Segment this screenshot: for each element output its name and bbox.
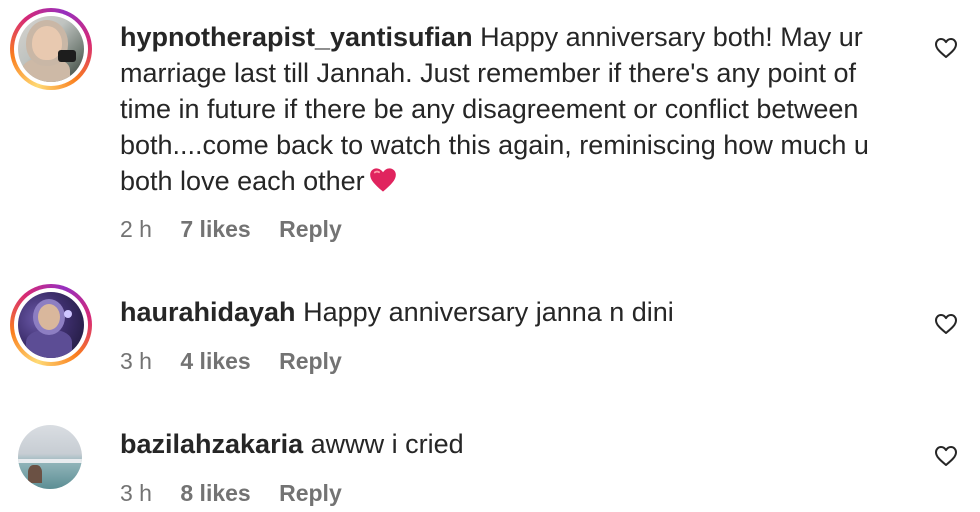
- avatar-image: [18, 16, 84, 82]
- avatar[interactable]: [10, 8, 92, 90]
- comment-time: 3 h: [120, 348, 152, 374]
- comment-time: 3 h: [120, 480, 152, 506]
- comment-likes[interactable]: 7 likes: [180, 216, 250, 243]
- comment-body: awww i cried: [310, 429, 464, 459]
- comment-meta: 3 h 4 likes Reply: [120, 348, 364, 375]
- reply-button[interactable]: Reply: [279, 480, 342, 507]
- comment-likes[interactable]: 8 likes: [180, 480, 250, 507]
- comment-text: haurahidayah Happy anniversary janna n d…: [120, 294, 890, 330]
- comment-time: 2 h: [120, 216, 152, 242]
- comment-body: Happy anniversary janna n dini: [303, 297, 674, 327]
- avatar-image: [18, 292, 84, 358]
- reply-button[interactable]: Reply: [279, 348, 342, 375]
- comment-meta: 2 h 7 likes Reply: [120, 216, 364, 243]
- comment-text: hypnotherapist_yantisufian Happy anniver…: [120, 19, 890, 199]
- heart-outline-icon[interactable]: [934, 445, 958, 467]
- comment-likes[interactable]: 4 likes: [180, 348, 250, 375]
- avatar[interactable]: [10, 284, 92, 366]
- comment-meta: 3 h 8 likes Reply: [120, 480, 364, 507]
- comment-text: bazilahzakaria awww i cried: [120, 426, 890, 462]
- comment-username[interactable]: haurahidayah: [120, 297, 296, 327]
- comment-username[interactable]: bazilahzakaria: [120, 429, 303, 459]
- red-heart-emoji-icon: [369, 168, 396, 192]
- heart-outline-icon[interactable]: [934, 37, 958, 59]
- avatar[interactable]: [18, 425, 82, 489]
- comment-username[interactable]: hypnotherapist_yantisufian: [120, 22, 473, 52]
- heart-outline-icon[interactable]: [934, 313, 958, 335]
- reply-button[interactable]: Reply: [279, 216, 342, 243]
